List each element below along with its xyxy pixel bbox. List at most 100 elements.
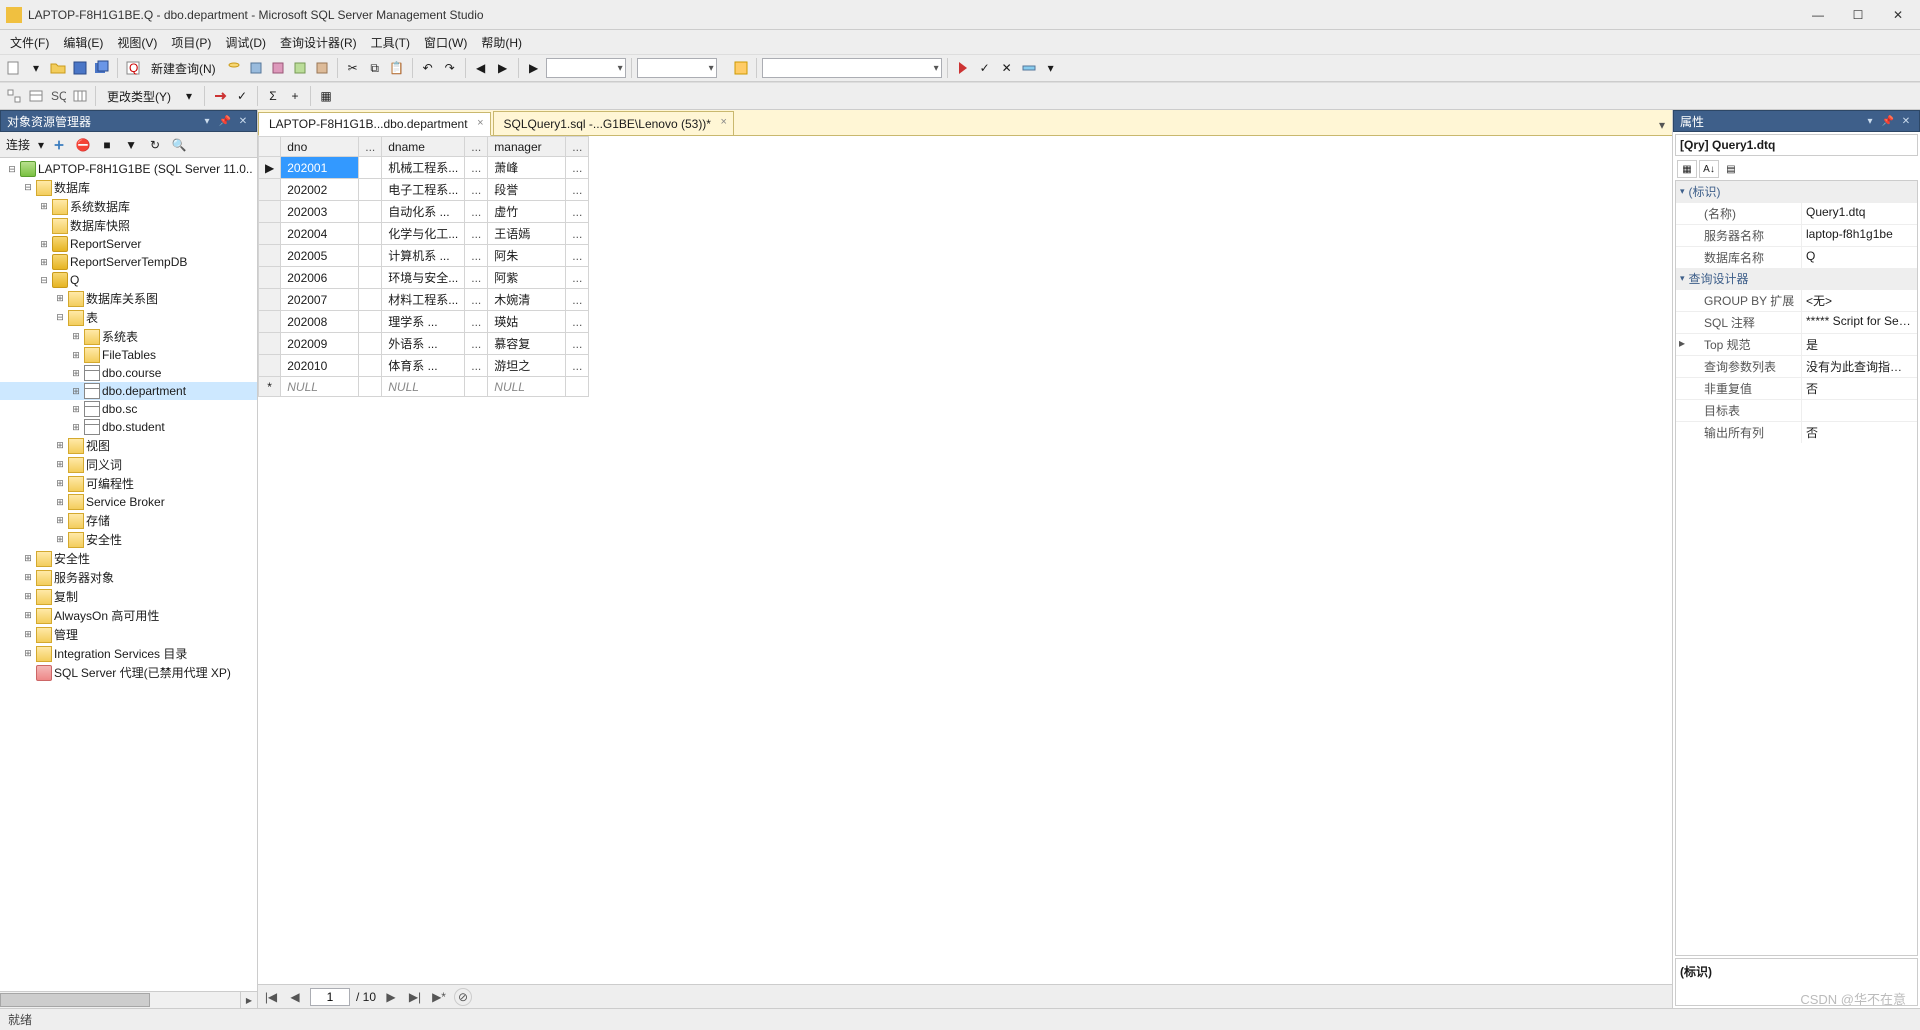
tree-node-q[interactable]: ⊟Q xyxy=(0,271,257,289)
row-header[interactable] xyxy=(259,267,281,289)
scrollbar-right-button[interactable]: ▶ xyxy=(240,992,257,1008)
property-value[interactable]: <无> xyxy=(1802,290,1917,311)
change-type-button[interactable]: 更改类型(Y) xyxy=(101,86,177,106)
tree-node-synonyms[interactable]: ⊞同义词 xyxy=(0,455,257,474)
property-value[interactable]: Q xyxy=(1802,247,1917,268)
cell-dname[interactable]: 环境与安全... xyxy=(382,267,465,289)
props-alpha-button[interactable]: A↓ xyxy=(1699,160,1719,178)
open-button[interactable] xyxy=(48,58,68,78)
panel-pin-button[interactable]: 📌 xyxy=(1881,114,1895,128)
property-value[interactable] xyxy=(1802,400,1917,421)
change-type-dropdown[interactable]: ▾ xyxy=(179,86,199,106)
nav-new-button[interactable]: ▶* xyxy=(430,988,448,1006)
cell-dname[interactable]: 理学系 ... xyxy=(382,311,465,333)
panel-dropdown-button[interactable]: ▾ xyxy=(200,114,214,128)
tree-node-alwayson[interactable]: ⊞AlwaysOn 高可用性 xyxy=(0,606,257,625)
new-file-dropdown[interactable]: ▾ xyxy=(26,58,46,78)
debug-config-dropdown[interactable] xyxy=(546,58,626,78)
filter-button[interactable]: ▼ xyxy=(122,136,140,154)
tree-node-t_department[interactable]: ⊞dbo.department xyxy=(0,382,257,400)
tree-node-t_course[interactable]: ⊞dbo.course xyxy=(0,364,257,382)
table-row[interactable]: 202003自动化系 ......虚竹... xyxy=(259,201,589,223)
verify-sql-button[interactable]: ✓ xyxy=(232,86,252,106)
cut-button[interactable]: ✂ xyxy=(343,58,363,78)
cell-manager[interactable]: 段誉 xyxy=(488,179,566,201)
tree-node-db_snapshot[interactable]: 数据库快照 xyxy=(0,216,257,235)
property-row[interactable]: 非重复值否 xyxy=(1676,377,1917,399)
find-combo[interactable] xyxy=(637,58,717,78)
document-tab-1[interactable]: SQLQuery1.sql -...G1BE\Lenovo (53))*× xyxy=(493,111,734,135)
refresh-button[interactable]: ↻ xyxy=(146,136,164,154)
tree-node-management[interactable]: ⊞管理 xyxy=(0,625,257,644)
connect-label[interactable]: 连接 xyxy=(4,136,32,153)
menu-item-3[interactable]: 项目(P) xyxy=(165,32,217,53)
stop-button[interactable]: ■ xyxy=(98,136,116,154)
table-row[interactable]: 202005计算机系 ......阿朱... xyxy=(259,245,589,267)
nav-prev-button[interactable]: ◀ xyxy=(286,988,304,1006)
tree-node-rs[interactable]: ⊞ReportServer xyxy=(0,235,257,253)
col-more-manager[interactable]: ... xyxy=(566,137,589,157)
show-diagram-button[interactable] xyxy=(4,86,24,106)
tab-close-icon[interactable]: × xyxy=(721,116,727,128)
add-derived-button[interactable]: ▦ xyxy=(316,86,336,106)
col-more-dname[interactable]: ... xyxy=(465,137,488,157)
add-groupby-button[interactable]: Σ xyxy=(263,86,283,106)
cell-dno[interactable]: 202001 xyxy=(281,157,359,179)
analysis-query-button[interactable] xyxy=(246,58,266,78)
db-engine-query-button[interactable] xyxy=(224,58,244,78)
property-value[interactable]: 没有为此查询指定参数 xyxy=(1802,356,1917,377)
cell-dname[interactable]: 体育系 ... xyxy=(382,355,465,377)
cell-manager[interactable]: 瑛姑 xyxy=(488,311,566,333)
mdx-query-button[interactable] xyxy=(268,58,288,78)
cell-dno[interactable]: 202007 xyxy=(281,289,359,311)
tree-node-tables[interactable]: ⊟表 xyxy=(0,308,257,327)
new-query-button[interactable]: 新建查询(N) xyxy=(145,58,222,78)
col-header-dno[interactable]: dno xyxy=(281,137,359,157)
row-header[interactable] xyxy=(259,201,281,223)
query-options-button[interactable]: ▾ xyxy=(1041,58,1061,78)
menu-item-0[interactable]: 文件(F) xyxy=(4,32,55,53)
tree-node-security_db[interactable]: ⊞安全性 xyxy=(0,530,257,549)
minimize-button[interactable]: — xyxy=(1810,7,1826,23)
property-row[interactable]: SQL 注释***** Script for Select xyxy=(1676,311,1917,333)
cell-dno[interactable]: 202002 xyxy=(281,179,359,201)
menu-item-8[interactable]: 帮助(H) xyxy=(475,32,528,53)
property-value[interactable]: ***** Script for Select xyxy=(1802,312,1917,333)
table-row[interactable]: 202006环境与安全......阿紫... xyxy=(259,267,589,289)
nav-stop-button[interactable]: ⊘ xyxy=(454,988,472,1006)
props-pages-button[interactable]: ▤ xyxy=(1721,160,1741,178)
close-button[interactable]: ✕ xyxy=(1890,7,1906,23)
cell-dname[interactable]: 机械工程系... xyxy=(382,157,465,179)
properties-object-selector[interactable]: [Qry] Query1.dtq xyxy=(1675,134,1918,156)
panel-close-button[interactable]: ✕ xyxy=(1899,114,1913,128)
tree-node-agent[interactable]: SQL Server 代理(已禁用代理 XP) xyxy=(0,663,257,682)
tree-node-diagrams[interactable]: ⊞数据库关系图 xyxy=(0,289,257,308)
prop-category[interactable]: 查询设计器 xyxy=(1676,268,1917,289)
tree-node-is_catalog[interactable]: ⊞Integration Services 目录 xyxy=(0,644,257,663)
cell-dno[interactable]: 202009 xyxy=(281,333,359,355)
property-value[interactable]: laptop-f8h1g1be xyxy=(1802,225,1917,246)
xmla-query-button[interactable] xyxy=(312,58,332,78)
cell-manager[interactable]: 阿紫 xyxy=(488,267,566,289)
cell-dname[interactable]: 化学与化工... xyxy=(382,223,465,245)
nav-next-button[interactable]: ▶ xyxy=(382,988,400,1006)
show-criteria-button[interactable] xyxy=(26,86,46,106)
available-databases-dropdown[interactable] xyxy=(762,58,942,78)
cell-dno[interactable]: 202005 xyxy=(281,245,359,267)
row-header[interactable] xyxy=(259,311,281,333)
undo-button[interactable]: ↶ xyxy=(418,58,438,78)
tabs-dropdown-button[interactable]: ▾ xyxy=(1652,115,1672,135)
show-sql-button[interactable]: SQL xyxy=(48,86,68,106)
tree-node-root[interactable]: ⊟LAPTOP-F8H1G1BE (SQL Server 11.0.. xyxy=(0,160,257,178)
tree-node-sys_db[interactable]: ⊞系统数据库 xyxy=(0,197,257,216)
panel-dropdown-button[interactable]: ▾ xyxy=(1863,114,1877,128)
tree-node-sys_tables[interactable]: ⊞系统表 xyxy=(0,327,257,346)
document-tab-0[interactable]: LAPTOP-F8H1G1B...dbo.department× xyxy=(258,112,491,136)
panel-pin-button[interactable]: 📌 xyxy=(218,114,232,128)
cell-dname[interactable]: 电子工程系... xyxy=(382,179,465,201)
table-row[interactable]: ▶202001机械工程系......萧峰... xyxy=(259,157,589,179)
cell-dname[interactable]: 外语系 ... xyxy=(382,333,465,355)
table-row[interactable]: 202004化学与化工......王语嫣... xyxy=(259,223,589,245)
copy-button[interactable]: ⧉ xyxy=(365,58,385,78)
connect-button[interactable] xyxy=(50,136,68,154)
